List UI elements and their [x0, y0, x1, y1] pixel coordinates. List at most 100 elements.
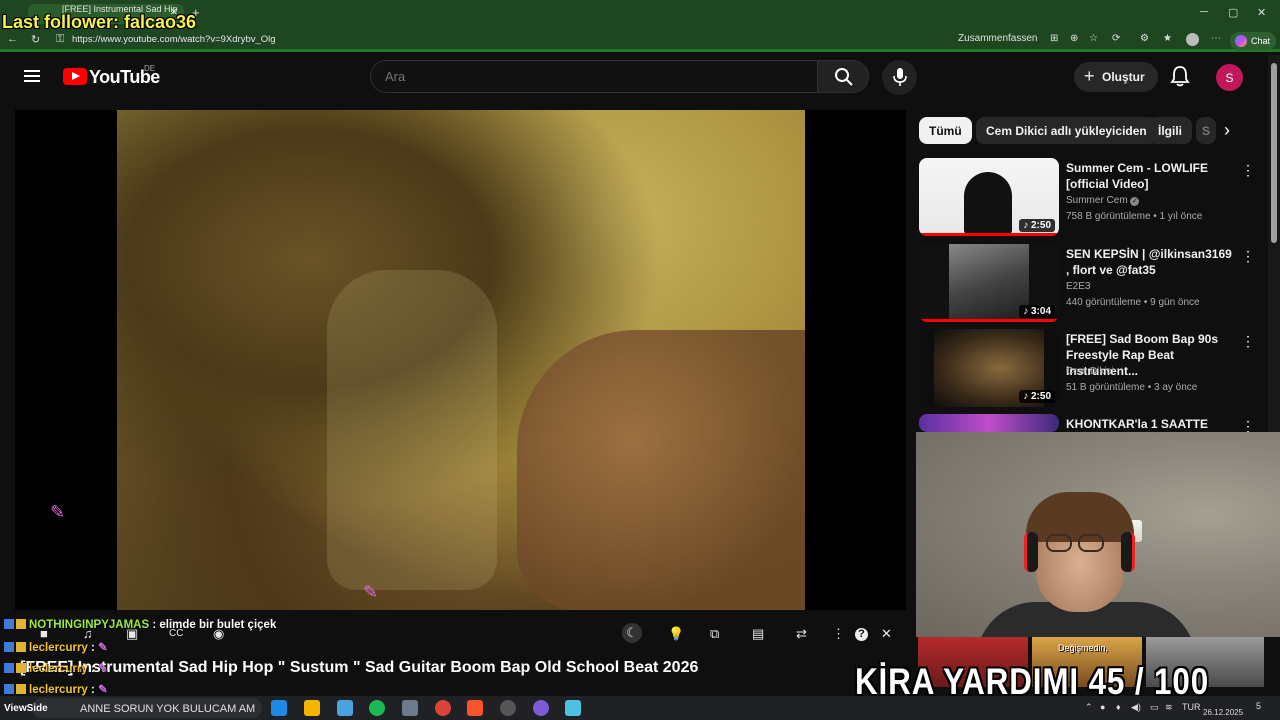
recommendation-title[interactable]: Summer Cem - LOWLIFE [official Video]	[1066, 160, 1238, 192]
search-button[interactable]	[817, 60, 869, 93]
headset-icon	[1024, 532, 1038, 572]
recommendation-item[interactable]: ♪ 3:04 SEN KEPSİN | @ilkinsan3169 , flor…	[919, 244, 1264, 324]
region-badge: DE	[144, 64, 156, 73]
refresh-icon[interactable]: ⟳	[1112, 33, 1120, 44]
chat-username: leclercurry	[29, 663, 88, 675]
tray-chevron-icon[interactable]: ⌃	[1085, 702, 1093, 713]
watch-progress-bar	[919, 233, 1059, 236]
chat-text: elimde bir bulet çiçek	[159, 619, 277, 631]
edge-icon[interactable]	[271, 700, 287, 716]
more-actions-icon[interactable]: ⋮	[1241, 418, 1255, 432]
channel-name[interactable]: Summer Cem ✓	[1066, 195, 1140, 206]
mic-tray-icon[interactable]: ♦	[1116, 702, 1121, 712]
battery-icon[interactable]: ▭	[1150, 702, 1159, 713]
recommendation-title[interactable]: SEN KEPSİN | @ilkinsan3169 , flort ve @f…	[1066, 246, 1238, 278]
chip-uploader[interactable]: Cem Dikici adlı yükleyiciden	[976, 117, 1157, 144]
language-indicator[interactable]: TUR	[1182, 702, 1201, 712]
menu-icon[interactable]	[24, 70, 40, 82]
apps-icon[interactable]: ⊞	[1050, 33, 1058, 44]
chat-separator: :	[91, 684, 95, 696]
lock-icon[interactable]: ⚿	[56, 33, 64, 46]
more-options-icon[interactable]: ⋮	[832, 626, 845, 642]
chip-all[interactable]: Tümü	[919, 117, 972, 144]
channel-name-text: Summer Cem	[1066, 195, 1128, 206]
video-hand-shape	[517, 330, 805, 610]
avatar[interactable]: S	[1216, 64, 1243, 91]
channel-name[interactable]: E2E3	[1066, 281, 1090, 292]
recommendation-item[interactable]: KHONTKAR'la 1 SAATTE ŞARKI ⋮	[919, 414, 1264, 432]
more-actions-icon[interactable]: ⋮	[1241, 248, 1255, 265]
more-actions-icon[interactable]: ⋮	[1241, 162, 1255, 179]
theater-icon[interactable]: ▤	[752, 626, 764, 642]
store-icon[interactable]	[337, 700, 353, 716]
chat-separator: :	[152, 619, 157, 631]
brave-icon[interactable]	[467, 700, 483, 716]
minimize-icon[interactable]: ─	[1200, 6, 1208, 18]
video-title: [FREE] Instrumental Sad Hip Hop " Sustum…	[20, 659, 699, 676]
help-icon[interactable]: ?	[855, 628, 868, 641]
recommendation-item[interactable]: ♪ 2:50 Summer Cem - LOWLIFE [official Vi…	[919, 158, 1264, 238]
hint-icon[interactable]: 💡	[668, 626, 684, 642]
favorite-icon[interactable]: ☆	[1089, 33, 1098, 44]
viewside-logo: ViewSide	[4, 703, 48, 714]
file-explorer-icon[interactable]	[304, 700, 320, 716]
spotify-icon[interactable]	[369, 700, 385, 716]
chip-more[interactable]: S	[1196, 117, 1216, 144]
chevron-right-icon[interactable]: ›	[1224, 120, 1230, 141]
thumbnail-scene	[949, 244, 1029, 322]
video-bottle-shape	[327, 270, 497, 590]
create-button[interactable]: + Oluştur	[1074, 62, 1158, 92]
close-overlay-icon[interactable]: ✕	[881, 626, 892, 642]
chip-related[interactable]: İlgili	[1148, 117, 1192, 144]
chat-username: leclercurry	[29, 684, 88, 696]
youtube-logo-icon[interactable]	[63, 68, 87, 85]
volume-icon[interactable]: ◀)	[1131, 702, 1141, 713]
page-scrollbar[interactable]	[1268, 55, 1280, 435]
voice-search-button[interactable]	[882, 60, 917, 95]
create-label: Oluştur	[1102, 70, 1145, 84]
youtube-header: YouTube DE + Oluştur S	[0, 55, 1268, 99]
loop-icon[interactable]: ⇄	[796, 626, 807, 642]
scrollbar-thumb[interactable]	[1271, 63, 1277, 243]
video-thumbnail[interactable]: ♪ 2:50	[919, 329, 1059, 407]
close-window-icon[interactable]: ✕	[1257, 6, 1266, 19]
calculator-icon[interactable]	[402, 700, 418, 716]
taskbar-clock[interactable]: 26.12.2025	[1203, 698, 1243, 718]
video-thumbnail[interactable]: ♪ 2:50	[919, 158, 1059, 236]
reload-icon[interactable]: ↻	[31, 33, 40, 46]
more-actions-icon[interactable]: ⋮	[1241, 333, 1255, 350]
recommendation-title[interactable]: KHONTKAR'la 1 SAATTE ŞARKI	[1066, 416, 1238, 432]
video-frame[interactable]	[117, 110, 805, 610]
more-icon[interactable]: ⋯	[1211, 33, 1221, 44]
back-icon[interactable]: ←	[7, 33, 18, 45]
maximize-icon[interactable]: ▢	[1228, 6, 1238, 19]
verified-icon: ✓	[1130, 197, 1140, 206]
search-box[interactable]	[370, 60, 818, 93]
tray-app-icon[interactable]: ●	[1100, 702, 1105, 712]
favorites-icon[interactable]: ★	[1163, 33, 1172, 44]
chat-badge-icon	[4, 663, 14, 673]
recommendation-item[interactable]: ♪ 2:50 [FREE] Sad Boom Bap 90s Freestyle…	[919, 329, 1264, 409]
copilot-chat-button[interactable]: Chat	[1230, 32, 1276, 50]
channel-name[interactable]: Cem Dikici	[1066, 366, 1114, 377]
ambient-mode-icon[interactable]: ☾	[622, 623, 642, 643]
miniplayer-icon[interactable]: ⧉	[710, 626, 719, 642]
copilot-icon	[1235, 35, 1247, 47]
extensions-icon[interactable]: ⚙	[1140, 33, 1149, 44]
notifications-bell-icon[interactable]	[1170, 65, 1190, 87]
url-text[interactable]: https://www.youtube.com/watch?v=9Xdrybv_…	[72, 34, 276, 45]
video-thumbnail[interactable]: ♪ 3:04	[919, 244, 1059, 322]
video-player[interactable]	[15, 110, 906, 610]
profile-icon[interactable]	[1186, 33, 1199, 46]
search-input[interactable]	[385, 69, 785, 84]
chrome-icon[interactable]	[435, 700, 451, 716]
chat-username: NOTHINGINPYJAMAS	[29, 619, 150, 631]
discord-icon[interactable]	[533, 700, 549, 716]
summarize-button[interactable]: Zusammenfassen	[958, 33, 1037, 44]
network-icon[interactable]: ≋	[1165, 702, 1173, 713]
zoom-icon[interactable]: ⊕	[1070, 33, 1078, 44]
obs-icon[interactable]	[500, 700, 516, 716]
app-icon[interactable]	[565, 700, 581, 716]
video-thumbnail[interactable]	[919, 414, 1059, 432]
notification-count-badge[interactable]: 5	[1256, 701, 1261, 711]
